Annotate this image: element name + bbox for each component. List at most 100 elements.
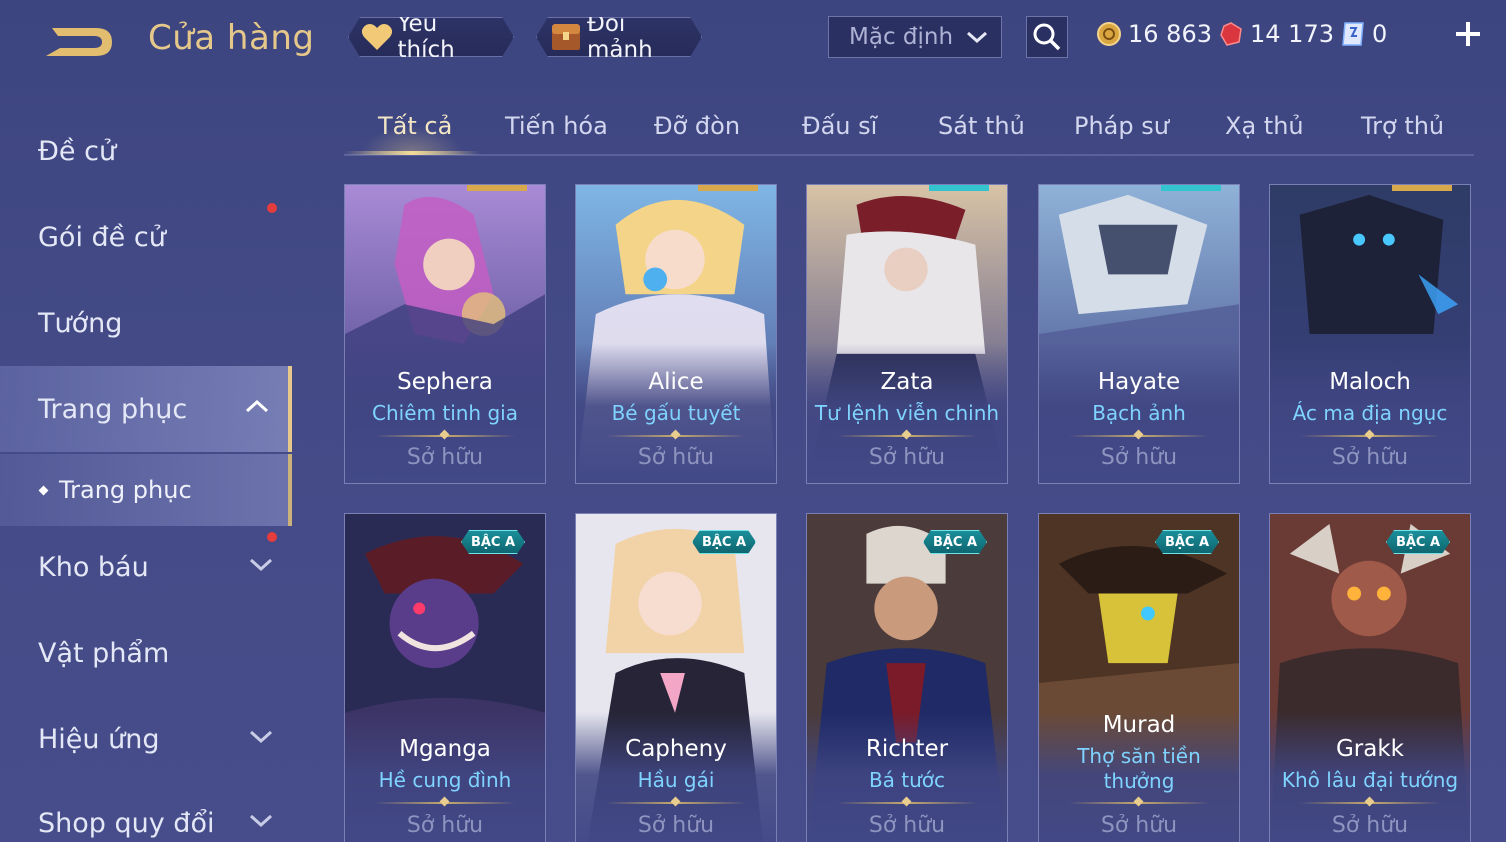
- chevron-down-icon: [967, 31, 987, 44]
- tab-all[interactable]: Tất cả: [378, 112, 452, 140]
- tab-tank[interactable]: Đỡ đòn: [654, 112, 740, 140]
- skin-card[interactable]: Alice Bé gấu tuyết Sở hữu: [575, 184, 777, 484]
- sidebar-item-recommended[interactable]: Đề cử: [0, 108, 292, 194]
- tab-mage[interactable]: Pháp sư: [1074, 112, 1169, 140]
- gold-value: 16 863: [1128, 20, 1212, 48]
- rarity-strip: [1392, 185, 1452, 191]
- rank-badge: BẬC A: [692, 530, 756, 554]
- coupon-balance: 0: [1340, 18, 1387, 50]
- sidebar-item-label: Hiệu ứng: [38, 723, 160, 755]
- page-title: Cửa hàng: [148, 18, 315, 58]
- shard-label: Đổi mảnh: [587, 11, 653, 63]
- gold-coin-icon: [1097, 22, 1121, 46]
- notification-dot: [267, 203, 277, 213]
- skin-card[interactable]: BẬC A Murad Thợ săn tiền thưởng Sở hữu: [1038, 513, 1240, 842]
- top-bar: Cửa hàng Yêu thích Đổi mảnh Mặc định 16 …: [0, 0, 1506, 78]
- hero-name: Mganga: [399, 736, 491, 762]
- skin-card[interactable]: Hayate Bạch ảnh Sở hữu: [1038, 184, 1240, 484]
- sort-dropdown[interactable]: Mặc định: [828, 16, 1002, 58]
- sidebar-item-label: Đề cử: [38, 135, 117, 167]
- plus-icon: [1456, 22, 1480, 46]
- rarity-strip: [467, 185, 527, 191]
- category-tabs: Tất cả Tiến hóa Đỡ đòn Đấu sĩ Sát thủ Ph…: [344, 100, 1474, 156]
- hero-name: Murad: [1102, 712, 1176, 738]
- chevron-down-icon: [249, 730, 273, 744]
- back-button[interactable]: [38, 20, 118, 64]
- sort-value: Mặc định: [849, 24, 954, 50]
- skin-card[interactable]: Zata Tư lệnh viễn chinh Sở hữu: [806, 184, 1008, 484]
- skin-card[interactable]: BẬC A Richter Bá tước Sở hữu: [806, 513, 1008, 842]
- tab-fighter[interactable]: Đấu sĩ: [802, 112, 877, 140]
- ownership-status: Sở hữu: [637, 445, 715, 470]
- ownership-status: Sở hữu: [406, 445, 484, 470]
- skin-card[interactable]: BẬC A Capheny Hầu gái Sở hữu: [575, 513, 777, 842]
- back-arrow-icon: [46, 28, 112, 56]
- skin-card[interactable]: BẬC A Mganga Hề cung đình Sở hữu: [344, 513, 546, 842]
- skin-card[interactable]: Maloch Ác ma địa ngục Sở hữu: [1269, 184, 1471, 484]
- rarity-strip: [1161, 185, 1221, 191]
- ruby-balance: 14 173: [1218, 18, 1334, 50]
- ownership-status: Sở hữu: [1331, 813, 1409, 838]
- skin-card[interactable]: Sephera Chiêm tinh gia Sở hữu: [344, 184, 546, 484]
- rank-badge: BẬC A: [1155, 530, 1219, 554]
- skin-name: Bé gấu tuyết: [611, 401, 741, 425]
- sidebar-item-heroes[interactable]: Tướng: [0, 280, 292, 366]
- sidebar-item-treasure[interactable]: Kho báu: [0, 524, 292, 610]
- skin-name: Ác ma địa ngục: [1292, 401, 1448, 425]
- skin-name: Khô lâu đại tướng: [1281, 768, 1459, 792]
- sidebar-item-exchange-shop[interactable]: Shop quy đổi: [0, 780, 292, 842]
- favorite-label: Yêu thích: [397, 11, 455, 63]
- chevron-down-icon: [249, 814, 273, 828]
- skin-card[interactable]: BẬC A Grakk Khô lâu đại tướng Sở hữu: [1269, 513, 1471, 842]
- rank-badge: BẬC A: [923, 530, 987, 554]
- add-currency-button[interactable]: [1452, 18, 1484, 50]
- sidebar-subitem-label: Trang phục: [59, 476, 192, 504]
- hero-name: Maloch: [1329, 369, 1411, 395]
- chevron-down-icon: [249, 558, 273, 572]
- tab-support[interactable]: Trợ thủ: [1361, 112, 1444, 140]
- sidebar-item-skins[interactable]: Trang phục: [0, 366, 292, 452]
- card-divider: [837, 802, 977, 804]
- ownership-status: Sở hữu: [868, 813, 946, 838]
- card-divider: [606, 802, 746, 804]
- sidebar-item-effects[interactable]: Hiệu ứng: [0, 696, 292, 782]
- sidebar-item-items[interactable]: Vật phẩm: [0, 610, 292, 696]
- favorite-button[interactable]: Yêu thích: [348, 17, 514, 57]
- shard-exchange-button[interactable]: Đổi mảnh: [536, 17, 702, 57]
- skin-name: Chiêm tinh gia: [372, 401, 518, 425]
- sidebar-subitem-skins[interactable]: Trang phục: [0, 454, 292, 526]
- skin-name-line-1: Thợ săn tiền: [1077, 744, 1201, 768]
- card-divider: [837, 435, 977, 437]
- sidebar-item-label: Trang phục: [38, 393, 188, 425]
- skin-name: Bạch ảnh: [1092, 401, 1186, 425]
- hero-name: Sephera: [397, 369, 493, 395]
- card-divider: [1069, 435, 1209, 437]
- treasure-chest-icon: [549, 20, 583, 54]
- search-button[interactable]: [1026, 16, 1068, 58]
- hero-name: Grakk: [1335, 736, 1404, 762]
- ruby-value: 14 173: [1250, 20, 1334, 48]
- tab-marksman[interactable]: Xạ thủ: [1225, 112, 1304, 140]
- tab-evolution[interactable]: Tiến hóa: [505, 112, 608, 140]
- skin-name: Hầu gái: [637, 768, 715, 792]
- ownership-status: Sở hữu: [1331, 445, 1409, 470]
- skin-name-line-2: thưởng: [1103, 769, 1175, 793]
- sidebar-item-recommended-bundles[interactable]: Gói đề cử: [0, 194, 292, 280]
- notification-dot: [267, 532, 277, 542]
- sidebar-item-label: Vật phẩm: [38, 637, 170, 669]
- ownership-status: Sở hữu: [868, 445, 946, 470]
- card-divider: [1069, 802, 1209, 804]
- skin-name: Bá tước: [868, 768, 946, 792]
- heart-icon: [361, 20, 393, 54]
- ownership-status: Sở hữu: [1100, 813, 1178, 838]
- tab-assassin[interactable]: Sát thủ: [938, 112, 1025, 140]
- hero-name: Hayate: [1097, 369, 1181, 395]
- skin-name: Tư lệnh viễn chinh: [814, 401, 1000, 425]
- card-divider: [1300, 802, 1440, 804]
- sidebar-item-label: Kho báu: [38, 551, 149, 583]
- ownership-status: Sở hữu: [406, 813, 484, 838]
- card-divider: [606, 435, 746, 437]
- gold-balance: 16 863: [1096, 18, 1212, 50]
- coupon-icon: [1342, 22, 1364, 46]
- ownership-status: Sở hữu: [637, 813, 715, 838]
